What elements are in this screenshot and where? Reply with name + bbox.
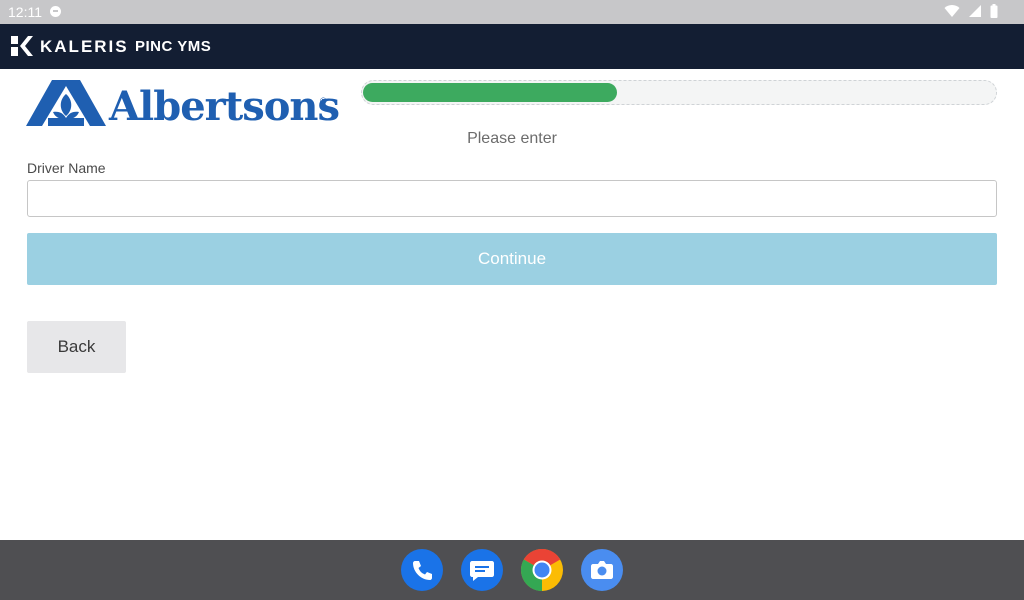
navigation-dock xyxy=(0,540,1024,600)
driver-name-input[interactable] xyxy=(27,180,997,217)
kaleris-logo-icon xyxy=(11,36,33,56)
phone-icon[interactable] xyxy=(401,549,443,591)
albertsons-a-leaf-icon xyxy=(26,80,106,126)
status-bar: 12:11 xyxy=(0,0,1024,24)
camera-icon[interactable] xyxy=(581,549,623,591)
product-name: PINC YMS xyxy=(135,38,212,55)
registered-mark: ® xyxy=(320,96,327,106)
albertsons-wordmark: Albertsons xyxy=(109,83,340,130)
message-icon xyxy=(50,6,61,17)
wifi-icon xyxy=(944,5,960,18)
chrome-icon[interactable] xyxy=(521,549,563,591)
progress-bar xyxy=(361,80,997,105)
driver-name-label: Driver Name xyxy=(27,160,106,176)
signal-icon xyxy=(969,5,982,17)
app-bar: KALERIS PINC YMS xyxy=(0,24,1024,69)
albertsons-logo: Albertsons ® xyxy=(26,80,340,133)
continue-button[interactable]: Continue xyxy=(27,233,997,285)
battery-icon xyxy=(990,4,998,18)
brand-name: KALERIS xyxy=(40,37,129,56)
system-icons xyxy=(940,4,998,20)
prompt-text: Please enter xyxy=(467,130,557,147)
status-time: 12:11 xyxy=(8,4,42,20)
messages-icon[interactable] xyxy=(461,549,503,591)
progress-fill xyxy=(363,83,617,102)
back-button[interactable]: Back xyxy=(27,321,126,373)
